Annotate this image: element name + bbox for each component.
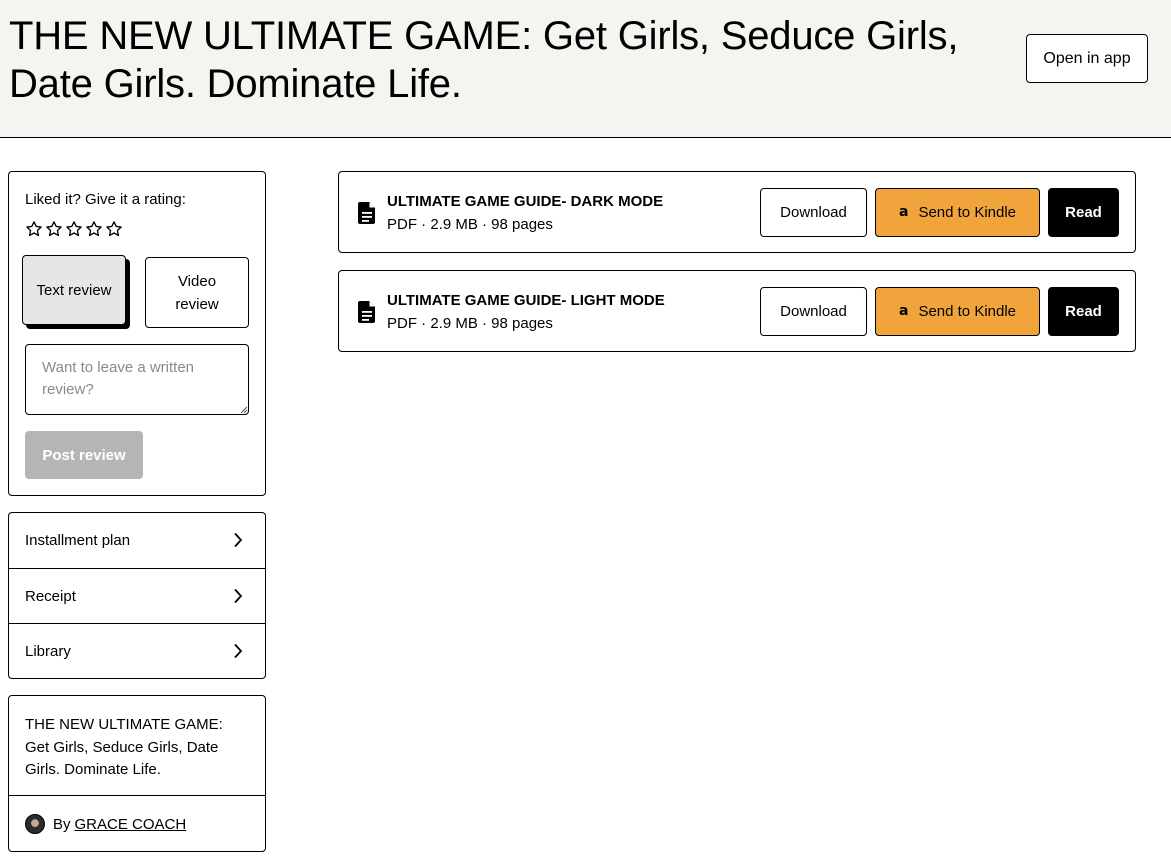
review-card: Liked it? Give it a rating: Text review … <box>8 171 266 496</box>
file-row: ULTIMATE GAME GUIDE- DARK MODE PDF · 2.9… <box>338 171 1136 253</box>
avatar <box>25 814 45 834</box>
product-info-card: THE NEW ULTIMATE GAME: Get Girls, Seduce… <box>8 695 266 852</box>
read-button[interactable]: Read <box>1048 188 1119 237</box>
kindle-label: Send to Kindle <box>918 204 1017 221</box>
star-rating <box>25 220 123 238</box>
file-meta: PDF · 2.9 MB · 98 pages <box>387 315 553 332</box>
open-in-app-button[interactable]: Open in app <box>1026 34 1148 83</box>
star-icon[interactable] <box>25 220 43 238</box>
link-label: Receipt <box>25 588 76 605</box>
amazon-icon: a <box>898 302 909 319</box>
purchase-links: Installment plan Receipt Library <box>8 512 266 679</box>
post-review-button: Post review <box>25 431 143 479</box>
chevron-right-icon <box>234 643 243 659</box>
library-link[interactable]: Library <box>9 624 265 679</box>
file-document-icon <box>358 301 375 323</box>
page-header: THE NEW ULTIMATE GAME: Get Girls, Seduce… <box>0 0 1171 138</box>
author-link[interactable]: GRACE COACH <box>75 816 187 833</box>
link-label: Library <box>25 643 71 660</box>
file-row: ULTIMATE GAME GUIDE- LIGHT MODE PDF · 2.… <box>338 270 1136 352</box>
resize-handle-icon[interactable] <box>240 406 248 414</box>
star-icon[interactable] <box>105 220 123 238</box>
divider <box>9 795 265 796</box>
chevron-right-icon <box>234 532 243 548</box>
video-review-tab[interactable]: Video review <box>145 257 249 328</box>
download-button[interactable]: Download <box>760 287 867 336</box>
author-row: By GRACE COACH <box>25 814 186 834</box>
send-to-kindle-button[interactable]: a Send to Kindle <box>875 287 1040 336</box>
amazon-icon: a <box>898 203 909 220</box>
file-document-icon <box>358 202 375 224</box>
star-icon[interactable] <box>45 220 63 238</box>
star-icon[interactable] <box>65 220 83 238</box>
kindle-label: Send to Kindle <box>918 303 1017 320</box>
download-button[interactable]: Download <box>760 188 867 237</box>
text-review-tab[interactable]: Text review <box>22 255 126 325</box>
by-label: By <box>53 815 71 833</box>
read-button[interactable]: Read <box>1048 287 1119 336</box>
rating-label: Liked it? Give it a rating: <box>25 191 186 208</box>
send-to-kindle-button[interactable]: a Send to Kindle <box>875 188 1040 237</box>
installment-plan-link[interactable]: Installment plan <box>9 513 265 568</box>
receipt-link[interactable]: Receipt <box>9 569 265 624</box>
chevron-right-icon <box>234 588 243 604</box>
file-name: ULTIMATE GAME GUIDE- DARK MODE <box>387 193 664 210</box>
link-label: Installment plan <box>25 532 131 549</box>
page-title: THE NEW ULTIMATE GAME: Get Girls, Seduce… <box>9 14 959 106</box>
written-review-input[interactable] <box>25 344 249 415</box>
file-name: ULTIMATE GAME GUIDE- LIGHT MODE <box>387 292 665 309</box>
file-meta: PDF · 2.9 MB · 98 pages <box>387 216 553 233</box>
star-icon[interactable] <box>85 220 103 238</box>
product-title: THE NEW ULTIMATE GAME: Get Girls, Seduce… <box>25 716 223 778</box>
